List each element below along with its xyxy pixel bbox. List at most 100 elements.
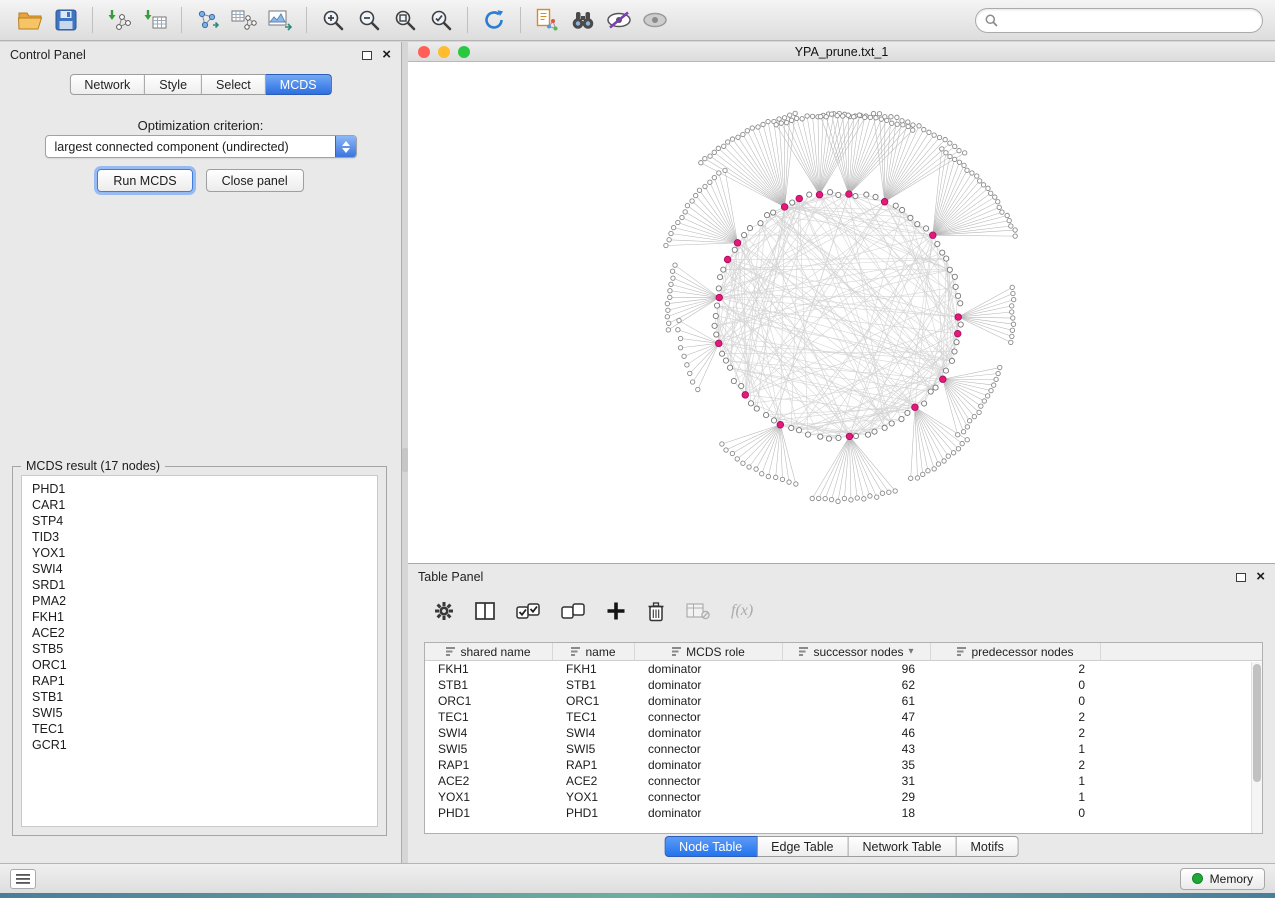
- columns-icon[interactable]: [475, 602, 495, 620]
- mcds-result-item[interactable]: STB5: [22, 641, 377, 657]
- function-builder-icon[interactable]: f(x): [731, 602, 753, 620]
- table-cell: SWI5: [553, 741, 635, 757]
- save-icon[interactable]: [48, 4, 84, 36]
- mcds-result-item[interactable]: SWI5: [22, 705, 377, 721]
- table-cell: PHD1: [553, 805, 635, 821]
- tab-select[interactable]: Select: [202, 74, 266, 95]
- table-cell: 47: [783, 709, 931, 725]
- search-network-icon[interactable]: [565, 4, 601, 36]
- zoom-selected-icon[interactable]: [423, 4, 459, 36]
- table-cell: 2: [931, 725, 1101, 741]
- deselect-all-icon[interactable]: [561, 602, 585, 621]
- mcds-result-item[interactable]: FKH1: [22, 609, 377, 625]
- table-row[interactable]: ORC1ORC1dominator610: [425, 693, 1262, 709]
- hide-columns-icon[interactable]: [686, 603, 710, 620]
- tab-mcds[interactable]: MCDS: [266, 74, 332, 95]
- column-header-successor-nodes[interactable]: successor nodes▾: [783, 643, 931, 660]
- close-panel-icon[interactable]: ×: [382, 50, 391, 60]
- mcds-result-item[interactable]: SWI4: [22, 561, 377, 577]
- table-cell: SWI5: [425, 741, 553, 757]
- add-row-icon[interactable]: [606, 601, 626, 621]
- table-row[interactable]: SWI5SWI5connector431: [425, 741, 1262, 757]
- memory-button[interactable]: Memory: [1180, 868, 1265, 890]
- search-input[interactable]: [1004, 13, 1253, 27]
- mcds-result-item[interactable]: ORC1: [22, 657, 377, 673]
- table-scrollbar[interactable]: [1251, 662, 1262, 833]
- refresh-icon[interactable]: [476, 4, 512, 36]
- export-network-icon[interactable]: [190, 4, 226, 36]
- table-row[interactable]: SWI4SWI4dominator462: [425, 725, 1262, 741]
- scrollbar-thumb[interactable]: [1253, 664, 1261, 782]
- close-table-panel-icon[interactable]: ×: [1256, 572, 1265, 582]
- mcds-result-item[interactable]: STB1: [22, 689, 377, 705]
- import-network-icon[interactable]: [101, 4, 137, 36]
- import-table-icon[interactable]: [137, 4, 173, 36]
- mcds-result-item[interactable]: ACE2: [22, 625, 377, 641]
- mcds-result-item[interactable]: STP4: [22, 513, 377, 529]
- optimization-criterion-select[interactable]: largest connected component (undirected): [45, 135, 357, 158]
- mcds-result-item[interactable]: SRD1: [22, 577, 377, 593]
- mcds-result-item[interactable]: RAP1: [22, 673, 377, 689]
- memory-label: Memory: [1210, 872, 1253, 886]
- column-header-MCDS-role[interactable]: MCDS role: [635, 643, 783, 660]
- mcds-result-item[interactable]: TID3: [22, 529, 377, 545]
- table-row[interactable]: RAP1RAP1dominator352: [425, 757, 1262, 773]
- table-row[interactable]: ACE2ACE2connector311: [425, 773, 1262, 789]
- mcds-result-list[interactable]: PHD1CAR1STP4TID3YOX1SWI4SRD1PMA2FKH1ACE2…: [21, 475, 378, 827]
- optimization-criterion-value: largest connected component (undirected): [55, 140, 289, 154]
- run-mcds-button[interactable]: Run MCDS: [97, 169, 192, 192]
- mcds-result-item[interactable]: PMA2: [22, 593, 377, 609]
- search-box[interactable]: [975, 8, 1263, 33]
- mcds-result-item[interactable]: TEC1: [22, 721, 377, 737]
- mcds-result-item[interactable]: YOX1: [22, 545, 377, 561]
- column-header-predecessor-nodes[interactable]: predecessor nodes: [931, 643, 1101, 660]
- toolbar-separator: [92, 7, 93, 33]
- delete-row-icon[interactable]: [647, 601, 665, 622]
- minimize-window-icon[interactable]: [438, 46, 450, 58]
- table-row[interactable]: STB1STB1dominator620: [425, 677, 1262, 693]
- clone-network-icon[interactable]: [529, 4, 565, 36]
- zoom-fit-icon[interactable]: [387, 4, 423, 36]
- column-header-name[interactable]: name: [553, 643, 635, 660]
- tab-network-table[interactable]: Network Table: [849, 836, 957, 857]
- table-row[interactable]: PHD1PHD1dominator180: [425, 805, 1262, 821]
- maximize-window-icon[interactable]: [458, 46, 470, 58]
- column-label: MCDS role: [686, 645, 745, 659]
- tab-style[interactable]: Style: [145, 74, 202, 95]
- apply-style-icon[interactable]: [601, 4, 637, 36]
- zoom-out-icon[interactable]: [351, 4, 387, 36]
- mcds-result-item[interactable]: PHD1: [22, 481, 377, 497]
- zoom-in-icon[interactable]: [315, 4, 351, 36]
- table-cell: 35: [783, 757, 931, 773]
- mcds-result-item[interactable]: GCR1: [22, 737, 377, 753]
- network-window: YPA_prune.txt_1: [408, 42, 1275, 563]
- dropdown-stepper-icon: [335, 136, 356, 157]
- settings-icon[interactable]: [434, 601, 454, 621]
- export-image-icon[interactable]: [262, 4, 298, 36]
- optimization-criterion-label: Optimization criterion:: [0, 118, 401, 133]
- mcds-result-item[interactable]: CAR1: [22, 497, 377, 513]
- table-row[interactable]: YOX1YOX1connector291: [425, 789, 1262, 805]
- network-from-table-icon[interactable]: [226, 4, 262, 36]
- network-view[interactable]: [408, 62, 1273, 562]
- table-cell: 62: [783, 677, 931, 693]
- list-icon: [16, 874, 30, 884]
- close-window-icon[interactable]: [418, 46, 430, 58]
- tab-node-table[interactable]: Node Table: [664, 836, 757, 857]
- float-panel-icon[interactable]: [362, 51, 372, 60]
- show-hide-icon[interactable]: [637, 4, 673, 36]
- column-header-shared-name[interactable]: shared name: [425, 643, 553, 660]
- table-row[interactable]: TEC1TEC1connector472: [425, 709, 1262, 725]
- tab-motifs[interactable]: Motifs: [956, 836, 1018, 857]
- task-history-button[interactable]: [10, 869, 36, 889]
- table-row[interactable]: FKH1FKH1dominator962: [425, 661, 1262, 677]
- open-folder-icon[interactable]: [12, 4, 48, 36]
- float-table-panel-icon[interactable]: [1236, 573, 1246, 582]
- table-cell: connector: [635, 789, 783, 805]
- tab-edge-table[interactable]: Edge Table: [757, 836, 848, 857]
- tab-network[interactable]: Network: [69, 74, 145, 95]
- memory-status-icon: [1192, 873, 1203, 884]
- close-panel-button[interactable]: Close panel: [206, 169, 304, 192]
- select-all-icon[interactable]: [516, 602, 540, 621]
- table-cell: TEC1: [553, 709, 635, 725]
